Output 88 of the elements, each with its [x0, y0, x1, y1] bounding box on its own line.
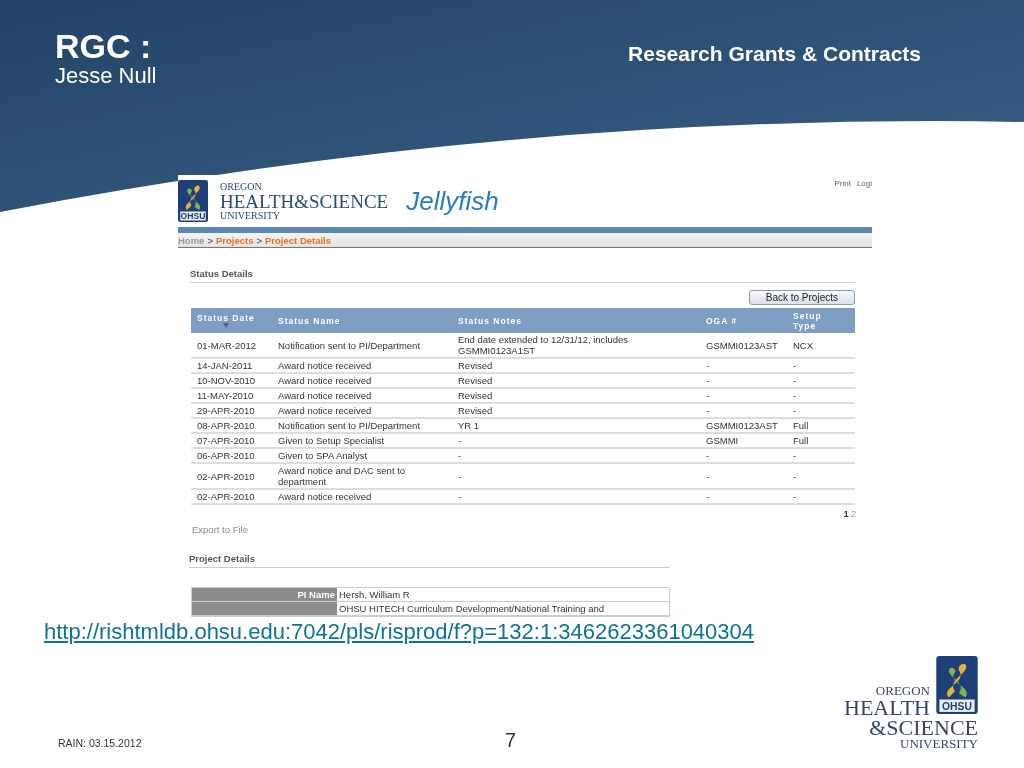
table-cell: Full	[787, 433, 855, 448]
table-cell: Revised	[452, 403, 700, 418]
table-cell: -	[700, 358, 787, 373]
table-cell: -	[700, 403, 787, 418]
breadcrumb-separator: >	[207, 234, 213, 246]
table-cell: 29-APR-2010	[191, 403, 272, 418]
table-cell: -	[787, 373, 855, 388]
page-number: 7	[505, 729, 517, 752]
column-header[interactable]: Setup Type	[787, 308, 855, 333]
table-cell: -	[700, 373, 787, 388]
url-link[interactable]: http://rishtmldb.ohsu.edu:7042/pls/risprod/f?p=132:1:3462623361040304	[44, 619, 755, 645]
table-cell: Award notice received	[272, 489, 452, 504]
slide-heading: Research Grants & Contracts	[628, 42, 921, 67]
field-value: Hersh, William R	[337, 588, 669, 602]
table-cell: NCX	[787, 333, 855, 358]
column-header[interactable]: Status Notes	[452, 308, 700, 333]
table-cell: Revised	[452, 358, 700, 373]
table-cell: Revised	[452, 373, 700, 388]
export-link[interactable]: Export to File	[192, 524, 872, 535]
section-title: Status Details	[190, 268, 855, 283]
table-cell: -	[700, 448, 787, 463]
table-cell: -	[787, 489, 855, 504]
table-cell: GSMMI	[700, 433, 787, 448]
university-logo-icon: OHSU	[178, 179, 208, 224]
top-link[interactable]: Print	[834, 179, 851, 188]
page-link[interactable]: 2	[850, 508, 856, 519]
table-cell: -	[452, 489, 700, 504]
table-cell: Award notice received	[272, 373, 452, 388]
table-cell: 02-APR-2010	[191, 463, 272, 489]
table-cell: 06-APR-2010	[191, 448, 272, 463]
logo-text: HEALTH&SCIENCE	[220, 191, 389, 211]
table-cell: 10-NOV-2010	[191, 373, 272, 388]
logo-text: &SCIENCE	[869, 717, 978, 739]
table-cell: -	[787, 388, 855, 403]
logo-text: OREGON	[220, 181, 263, 192]
table-cell: 08-APR-2010	[191, 418, 272, 433]
footer-text: RAIN: 03.15.2012	[58, 737, 142, 749]
slide-title: RGC :	[55, 28, 153, 64]
table-cell: -	[452, 448, 700, 463]
field-label: PI Name	[192, 588, 337, 602]
table-cell: Revised	[452, 388, 700, 403]
section-title: Project Details	[189, 553, 670, 568]
table-cell: Given to SPA Analyst	[272, 448, 452, 463]
column-header[interactable]: Status Date	[191, 308, 272, 333]
sort-icon	[222, 323, 229, 328]
table-cell: 11-MAY-2010	[191, 388, 272, 403]
breadcrumb-separator: >	[256, 234, 263, 246]
table-cell: -	[700, 463, 787, 489]
table-cell: GSMMI0123AST	[700, 333, 787, 358]
column-header[interactable]: Status Name	[272, 308, 452, 333]
table-cell: -	[700, 489, 787, 504]
table-cell: Award notice received	[272, 388, 452, 403]
app-name: Jellyfish	[406, 185, 499, 217]
field-value: OHSU HITECH Curriculum Development/National Training and	[337, 602, 669, 616]
table-cell: 14-JAN-2011	[191, 358, 272, 373]
table-cell: -	[452, 463, 700, 489]
table-cell: Award notice and DAC sent to department	[272, 463, 452, 489]
table-cell: -	[452, 433, 700, 448]
breadcrumb-link[interactable]: Projects	[215, 234, 254, 246]
table-cell: -	[787, 403, 855, 418]
breadcrumb-link[interactable]: Project Details	[265, 234, 332, 246]
table-cell: Given to Setup Specialist	[272, 433, 452, 448]
table-cell: -	[787, 463, 855, 489]
slide-subtitle: Jesse Null	[55, 64, 157, 88]
table-cell: -	[787, 358, 855, 373]
table-cell: Notification sent to PI/Department	[272, 418, 452, 433]
table-cell: YR 1	[452, 418, 700, 433]
breadcrumb-link[interactable]: Home	[178, 234, 205, 246]
column-header[interactable]: OGA #	[700, 308, 787, 333]
top-link[interactable]: Logi	[856, 179, 872, 188]
table-cell: -	[700, 388, 787, 403]
logo-text: UNIVERSITY	[220, 210, 281, 221]
logo-text: UNIVERSITY	[900, 737, 978, 750]
table-cell: Notification sent to PI/Department	[272, 333, 452, 358]
back-to-projects-button[interactable]: Back to Projects	[748, 290, 855, 305]
table-cell: -	[787, 448, 855, 463]
table-cell: 01-MAR-2012	[191, 333, 272, 358]
logo-text: OREGON	[875, 684, 930, 697]
table-cell: End date extended to 12/31/12, includes GSMMI0123A1ST	[452, 333, 700, 358]
table-cell: GSMMI0123AST	[700, 418, 787, 433]
table-cell: Award notice received	[272, 403, 452, 418]
table-cell: Award notice received	[272, 358, 452, 373]
table-cell: Full	[787, 418, 855, 433]
table-cell: 07-APR-2010	[191, 433, 272, 448]
logo-text: HEALTH	[844, 697, 930, 719]
page-link[interactable]: 1	[843, 508, 849, 519]
university-logo-icon: OHSU	[936, 656, 978, 714]
table-cell: 02-APR-2010	[191, 489, 272, 504]
